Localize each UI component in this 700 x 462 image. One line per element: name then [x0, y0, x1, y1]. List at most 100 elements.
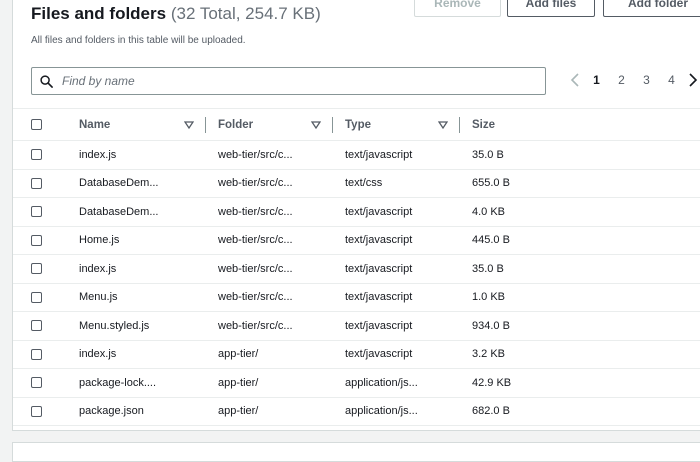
- file-name: Home.js: [79, 234, 120, 247]
- search-icon: [40, 74, 53, 88]
- row-checkbox[interactable]: [31, 405, 42, 417]
- sort-triangle-icon[interactable]: [184, 120, 194, 130]
- sort-triangle-icon[interactable]: [438, 120, 448, 130]
- sort-triangle-icon[interactable]: [311, 120, 321, 130]
- file-size: 35.0 B: [472, 262, 504, 275]
- remove-button[interactable]: Remove: [414, 0, 501, 17]
- page-2[interactable]: 2: [609, 73, 634, 87]
- row-select-cell: [13, 397, 79, 426]
- file-folder: app-tier/: [218, 376, 259, 389]
- row-checkbox[interactable]: [31, 320, 42, 332]
- table-row[interactable]: Home.js web-tier/src/c... text/javascript 4…: [13, 226, 700, 255]
- file-folder: web-tier/src/c...: [218, 205, 293, 218]
- row-select-cell: [13, 369, 79, 398]
- row-select-cell: [13, 198, 79, 227]
- file-type: text/javascript: [345, 148, 413, 161]
- title-label: Files and folders: [31, 4, 167, 23]
- row-checkbox[interactable]: [31, 291, 42, 303]
- row-select-cell: [13, 169, 79, 198]
- file-name: Menu.styled.js: [79, 319, 150, 332]
- file-size: 655.0 B: [472, 177, 510, 190]
- add-files-button[interactable]: Add files: [507, 0, 595, 17]
- file-folder: web-tier/src/c...: [218, 262, 293, 275]
- row-checkbox[interactable]: [31, 263, 42, 275]
- row-select-cell: [13, 312, 79, 341]
- row-checkbox[interactable]: [31, 234, 42, 246]
- total-count: (32 Total, 254.7 KB): [170, 4, 321, 23]
- previous-page-icon[interactable]: [566, 71, 584, 89]
- file-size: 934.0 B: [472, 319, 510, 332]
- file-name: DatabaseDem...: [79, 205, 159, 218]
- file-size: 3.2 KB: [472, 348, 506, 361]
- column-header-size[interactable]: Size: [460, 109, 700, 141]
- file-name: DatabaseDem...: [79, 177, 159, 190]
- page-1[interactable]: 1: [584, 73, 609, 87]
- file-folder: web-tier/src/c...: [218, 291, 293, 304]
- file-type: text/css: [345, 177, 383, 190]
- row-select-cell: [13, 283, 79, 312]
- file-name: index.js: [79, 348, 117, 361]
- table-header-row: Name Folder Type Size: [13, 108, 700, 141]
- file-type: text/javascript: [345, 262, 413, 275]
- file-type: text/javascript: [345, 348, 413, 361]
- column-header-name[interactable]: Name: [79, 109, 206, 141]
- table-row[interactable]: DatabaseDem... web-tier/src/c... text/css 6…: [13, 169, 700, 198]
- file-size: 4.0 KB: [472, 205, 506, 218]
- row-checkbox[interactable]: [31, 149, 42, 161]
- file-size: 445.0 B: [472, 234, 510, 247]
- file-folder: web-tier/src/c...: [218, 177, 293, 190]
- next-page-icon[interactable]: [684, 71, 700, 89]
- file-size: 682.0 B: [472, 405, 510, 418]
- next-panel: [12, 442, 700, 462]
- page-3[interactable]: 3: [634, 73, 659, 87]
- file-name: Menu.js: [79, 291, 118, 304]
- file-size: 35.0 B: [472, 148, 504, 161]
- file-folder: app-tier/: [218, 405, 259, 418]
- panel-title: Files and folders (32 Total, 254.7 KB): [31, 4, 321, 24]
- row-checkbox[interactable]: [31, 206, 42, 218]
- table-row[interactable]: index.js app-tier/text/javascript 3.2 KB: [13, 340, 700, 369]
- file-type: application/js...: [345, 376, 418, 389]
- table-row[interactable]: Menu.styled.js web-tier/src/c... text/java…: [13, 312, 700, 341]
- page-4[interactable]: 4: [659, 73, 684, 87]
- search-box: [31, 67, 546, 95]
- file-folder: web-tier/src/c...: [218, 234, 293, 247]
- file-name: index.js: [79, 148, 117, 161]
- row-select-cell: [13, 340, 79, 369]
- file-name: package-lock....: [79, 376, 157, 389]
- file-name: package.json: [79, 405, 144, 418]
- row-checkbox[interactable]: [31, 348, 42, 360]
- file-folder: app-tier/: [218, 348, 259, 361]
- row-select-cell: [13, 255, 79, 284]
- file-folder: web-tier/src/c...: [218, 319, 293, 332]
- row-checkbox[interactable]: [31, 177, 42, 189]
- panel-description: All files and folders in this table will…: [31, 35, 246, 46]
- select-all-cell: [13, 109, 79, 141]
- column-header-type[interactable]: Type: [333, 109, 460, 141]
- table-row[interactable]: index.js web-tier/src/c... text/javascript…: [13, 141, 700, 169]
- files-panel: Files and folders (32 Total, 254.7 KB) A…: [12, 0, 700, 431]
- file-type: text/javascript: [345, 291, 413, 304]
- table-row[interactable]: index.js web-tier/src/c... text/javascript…: [13, 255, 700, 284]
- file-type: text/javascript: [345, 234, 413, 247]
- table-row[interactable]: DatabaseDem... web-tier/src/c... text/java…: [13, 198, 700, 227]
- file-size: 42.9 KB: [472, 376, 512, 389]
- file-name: index.js: [79, 262, 117, 275]
- column-header-folder[interactable]: Folder: [206, 109, 333, 141]
- column-label: Folder: [218, 118, 254, 131]
- add-folder-button[interactable]: Add folder: [603, 0, 700, 17]
- row-checkbox[interactable]: [31, 377, 42, 389]
- pagination: 1 2 3 4: [566, 71, 700, 89]
- column-label: Size: [472, 118, 496, 131]
- select-all-checkbox[interactable]: [31, 118, 42, 130]
- search-input[interactable]: [60, 73, 524, 89]
- file-size: 1.0 KB: [472, 291, 506, 304]
- file-type: text/javascript: [345, 205, 413, 218]
- table-row[interactable]: Menu.js web-tier/src/c... text/javascript 1…: [13, 283, 700, 312]
- table-row[interactable]: package.json app-tier/application/js... 68…: [13, 397, 700, 426]
- table-row[interactable]: package-lock.... app-tier/application/js.…: [13, 369, 700, 398]
- column-label: Type: [345, 118, 371, 131]
- column-label: Name: [79, 118, 111, 131]
- file-folder: web-tier/src/c...: [218, 148, 293, 161]
- row-select-cell: [13, 226, 79, 255]
